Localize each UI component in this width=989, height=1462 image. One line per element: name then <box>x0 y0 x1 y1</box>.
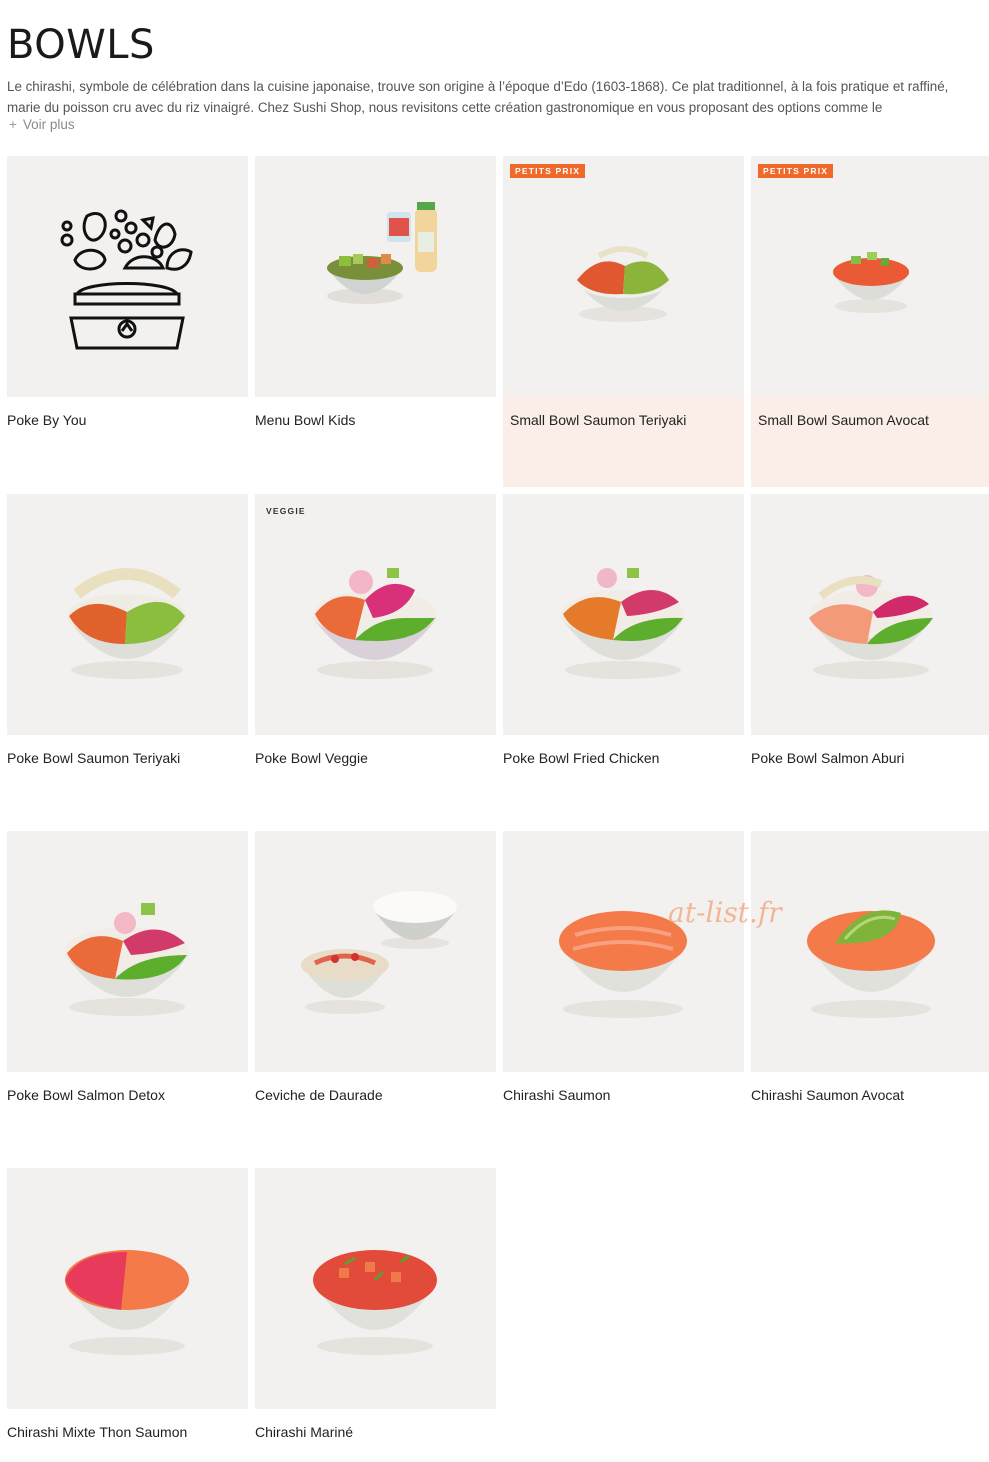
product-image <box>7 156 248 397</box>
product-card-poke-by-you[interactable]: Poke By You <box>7 156 248 487</box>
product-card-small-bowl-saumon-teriyaki[interactable]: PETITS PRIX Small Bowl Saumon Teriyaki <box>503 156 744 487</box>
product-image <box>255 156 496 397</box>
bowl-image <box>833 252 909 313</box>
see-more-label: Voir plus <box>22 117 75 132</box>
bowl-image <box>313 1250 437 1355</box>
product-image <box>7 494 248 735</box>
bowl-image <box>301 891 457 1014</box>
bowl-image <box>561 568 685 679</box>
product-name: Chirashi Saumon <box>503 1087 611 1103</box>
product-image <box>751 831 989 1072</box>
product-card-poke-bowl-fried-chicken[interactable]: Poke Bowl Fried Chicken <box>503 494 744 825</box>
product-image: PETITS PRIX <box>503 156 744 397</box>
product-card-small-bowl-saumon-avocat[interactable]: PETITS PRIX Small Bowl Saumon Avocat <box>751 156 989 487</box>
product-name: Ceviche de Daurade <box>255 1087 383 1103</box>
bowl-image <box>559 911 687 1018</box>
poke-builder-icon <box>60 209 193 350</box>
product-image <box>255 831 496 1072</box>
product-image: PETITS PRIX <box>751 156 989 397</box>
product-name: Chirashi Mariné <box>255 1424 354 1440</box>
kids-menu-image <box>327 202 437 304</box>
bowl-image <box>65 903 189 1016</box>
product-card-poke-bowl-veggie[interactable]: VEGGIE Poke Bowl Veggie <box>255 494 496 825</box>
product-name: Poke Bowl Fried Chicken <box>503 750 660 766</box>
product-card-poke-bowl-saumon-teriyaki[interactable]: Poke Bowl Saumon Teriyaki <box>7 494 248 825</box>
product-name: Menu Bowl Kids <box>255 412 356 428</box>
bowl-image <box>67 568 187 679</box>
product-card-chirashi-saumon[interactable]: Chirashi Saumon <box>503 831 744 1162</box>
product-image <box>255 1168 496 1409</box>
product-image <box>503 831 744 1072</box>
product-card-ceviche-de-daurade[interactable]: Ceviche de Daurade <box>255 831 496 1162</box>
see-more-link[interactable]: + Voir plus <box>9 117 75 132</box>
product-image <box>7 831 248 1072</box>
product-name: Poke By You <box>7 412 87 428</box>
veggie-badge: VEGGIE <box>266 506 306 516</box>
product-name: Poke Bowl Veggie <box>255 750 368 766</box>
bowl-image <box>575 246 671 322</box>
product-card-chirashi-marine[interactable]: Chirashi Mariné <box>255 1168 496 1462</box>
product-card-chirashi-mixte-thon-saumon[interactable]: Chirashi Mixte Thon Saumon <box>7 1168 248 1462</box>
bowl-image <box>807 910 935 1018</box>
product-name: Chirashi Saumon Avocat <box>751 1087 905 1103</box>
bowl-image <box>313 568 437 679</box>
product-image <box>503 494 744 735</box>
product-card-poke-bowl-salmon-aburi[interactable]: Poke Bowl Salmon Aburi <box>751 494 989 825</box>
promo-badge: PETITS PRIX <box>758 164 834 178</box>
product-name: Poke Bowl Salmon Detox <box>7 1087 165 1103</box>
category-description: Le chirashi, symbole de célébration dans… <box>7 79 949 115</box>
product-name: Small Bowl Saumon Avocat <box>758 412 929 428</box>
product-name: Poke Bowl Saumon Teriyaki <box>7 750 181 766</box>
product-image: VEGGIE <box>255 494 496 735</box>
product-name: Chirashi Mixte Thon Saumon <box>7 1424 188 1440</box>
product-image <box>751 494 989 735</box>
product-image <box>7 1168 248 1409</box>
bowl-image <box>809 575 933 679</box>
page-title: BOWLS <box>7 22 155 68</box>
promo-badge: PETITS PRIX <box>510 164 586 178</box>
product-card-chirashi-saumon-avocat[interactable]: Chirashi Saumon Avocat <box>751 831 989 1162</box>
product-card-poke-bowl-salmon-detox[interactable]: Poke Bowl Salmon Detox <box>7 831 248 1162</box>
product-name: Small Bowl Saumon Teriyaki <box>510 412 687 428</box>
product-card-menu-bowl-kids[interactable]: Menu Bowl Kids <box>255 156 496 487</box>
bowl-image <box>65 1250 189 1355</box>
product-name: Poke Bowl Salmon Aburi <box>751 750 905 766</box>
plus-icon: + <box>9 117 17 132</box>
